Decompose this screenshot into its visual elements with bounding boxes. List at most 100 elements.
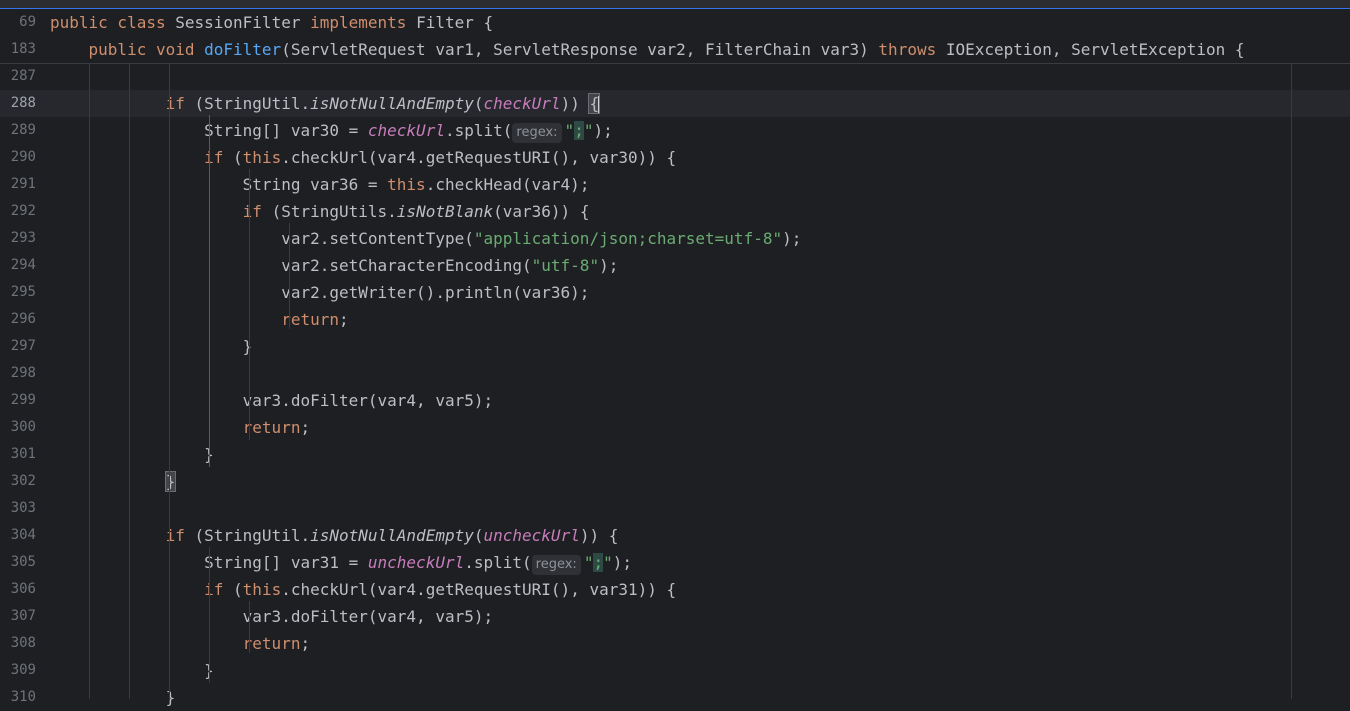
sticky-scope-line[interactable]: 69 public class SessionFilter implements …: [0, 9, 1350, 36]
line-number[interactable]: 299: [0, 387, 36, 414]
code-token: ": [603, 553, 613, 572]
line-number[interactable]: 69: [0, 9, 36, 36]
code-line[interactable]: 287: [0, 63, 1350, 90]
line-number[interactable]: 291: [0, 171, 36, 198]
line-number[interactable]: 309: [0, 657, 36, 684]
code-token: (: [473, 94, 484, 113]
code-token: )): [560, 94, 590, 113]
code-text[interactable]: var2.setCharacterEncoding("utf-8");: [50, 252, 618, 279]
code-line[interactable]: 309 }: [0, 657, 1350, 684]
code-token: );: [599, 256, 619, 275]
code-line[interactable]: 291 String var36 = this.checkHead(var4);: [0, 171, 1350, 198]
code-token: (: [233, 580, 243, 599]
code-line[interactable]: 304 if (StringUtil.isNotNullAndEmpty(unc…: [0, 522, 1350, 549]
line-number[interactable]: 288: [0, 90, 36, 117]
code-token: ;: [300, 634, 311, 653]
code-line[interactable]: 69 public class SessionFilter implements …: [0, 9, 1350, 36]
line-number[interactable]: 302: [0, 468, 36, 495]
indent-guide: [169, 63, 170, 699]
line-number[interactable]: 294: [0, 252, 36, 279]
line-number[interactable]: 289: [0, 117, 36, 144]
line-number[interactable]: 304: [0, 522, 36, 549]
code-token: this: [242, 148, 282, 167]
code-token: ;: [300, 418, 311, 437]
code-text[interactable]: return;: [50, 306, 348, 333]
line-number[interactable]: 300: [0, 414, 36, 441]
code-token: return: [50, 418, 301, 437]
code-token: (StringUtils.: [271, 202, 397, 221]
code-text[interactable]: var2.getWriter().println(var36);: [50, 279, 589, 306]
code-token: return: [50, 310, 339, 329]
sticky-scope-line[interactable]: 183 public void doFilter(ServletRequest …: [0, 36, 1350, 64]
code-text[interactable]: public class SessionFilter implements Fi…: [50, 9, 493, 36]
indent-guide: [209, 547, 210, 683]
code-line[interactable]: 297 }: [0, 333, 1350, 360]
code-text[interactable]: }: [50, 657, 214, 684]
line-number[interactable]: 293: [0, 225, 36, 252]
code-line[interactable]: 294 var2.setCharacterEncoding("utf-8");: [0, 252, 1350, 279]
code-line[interactable]: 308 return;: [0, 630, 1350, 657]
code-text[interactable]: if (this.checkUrl(var4.getRequestURI(), …: [50, 144, 676, 171]
code-text[interactable]: }: [50, 441, 214, 468]
code-text[interactable]: if (StringUtils.isNotBlank(var36)) {: [50, 198, 590, 225]
code-token: }: [164, 471, 177, 492]
line-number[interactable]: 298: [0, 360, 36, 387]
line-number[interactable]: 303: [0, 495, 36, 522]
code-text[interactable]: if (StringUtil.isNotNullAndEmpty(uncheck…: [50, 522, 619, 549]
code-line[interactable]: 306 if (this.checkUrl(var4.getRequestURI…: [0, 576, 1350, 603]
code-line[interactable]: 307 var3.doFilter(var4, var5);: [0, 603, 1350, 630]
code-line[interactable]: 289 String[] var30 = checkUrl.split(rege…: [0, 117, 1350, 144]
code-text[interactable]: String[] var31 = uncheckUrl.split(regex:…: [50, 549, 632, 576]
indent-guide: [289, 223, 290, 329]
line-number[interactable]: 308: [0, 630, 36, 657]
code-line[interactable]: 300 return;: [0, 414, 1350, 441]
line-number[interactable]: 290: [0, 144, 36, 171]
code-text[interactable]: var3.doFilter(var4, var5);: [50, 603, 493, 630]
code-line[interactable]: 303: [0, 495, 1350, 522]
code-text[interactable]: public void doFilter(ServletRequest var1…: [50, 36, 1245, 63]
code-token: }: [50, 445, 214, 464]
code-text[interactable]: }: [50, 333, 253, 360]
code-line[interactable]: 299 var3.doFilter(var4, var5);: [0, 387, 1350, 414]
code-line[interactable]: 183 public void doFilter(ServletRequest …: [0, 36, 1350, 63]
code-line[interactable]: 292 if (StringUtils.isNotBlank(var36)) {: [0, 198, 1350, 225]
code-text[interactable]: }: [50, 684, 176, 711]
code-text[interactable]: if (StringUtil.isNotNullAndEmpty(checkUr…: [50, 90, 601, 117]
code-line[interactable]: 301 }: [0, 441, 1350, 468]
code-token: ;: [593, 553, 604, 572]
code-line[interactable]: 288 if (StringUtil.isNotNullAndEmpty(che…: [0, 90, 1350, 117]
line-number[interactable]: 287: [0, 63, 36, 90]
code-line[interactable]: 295 var2.getWriter().println(var36);: [0, 279, 1350, 306]
code-token: (var36)) {: [493, 202, 590, 221]
line-number[interactable]: 297: [0, 333, 36, 360]
code-text[interactable]: var2.setContentType("application/json;ch…: [50, 225, 801, 252]
code-token: public void: [50, 40, 205, 59]
line-number[interactable]: 310: [0, 684, 36, 711]
code-token: .split(: [464, 553, 532, 572]
line-number[interactable]: 301: [0, 441, 36, 468]
code-token: var2.setCharacterEncoding(: [50, 256, 532, 275]
code-token: }: [50, 688, 176, 707]
code-text[interactable]: var3.doFilter(var4, var5);: [50, 387, 493, 414]
line-number[interactable]: 305: [0, 549, 36, 576]
code-text[interactable]: String var36 = this.checkHead(var4);: [50, 171, 590, 198]
code-line[interactable]: 302 }: [0, 468, 1350, 495]
line-number[interactable]: 183: [0, 36, 36, 63]
code-token: doFilter: [204, 40, 282, 59]
line-number[interactable]: 296: [0, 306, 36, 333]
code-line[interactable]: 298: [0, 360, 1350, 387]
code-line[interactable]: 296 return;: [0, 306, 1350, 333]
code-token: checkUrl: [367, 121, 445, 140]
line-number[interactable]: 295: [0, 279, 36, 306]
code-text[interactable]: String[] var30 = checkUrl.split(regex: ";…: [50, 117, 613, 144]
code-token: if: [50, 148, 234, 167]
line-number[interactable]: 292: [0, 198, 36, 225]
code-text[interactable]: if (this.checkUrl(var4.getRequestURI(), …: [50, 576, 676, 603]
line-number[interactable]: 306: [0, 576, 36, 603]
code-line[interactable]: 310 }: [0, 684, 1350, 711]
code-line[interactable]: 293 var2.setContentType("application/jso…: [0, 225, 1350, 252]
code-line[interactable]: 290 if (this.checkUrl(var4.getRequestURI…: [0, 144, 1350, 171]
code-line[interactable]: 305 String[] var31 = uncheckUrl.split(re…: [0, 549, 1350, 576]
line-number[interactable]: 307: [0, 603, 36, 630]
code-text[interactable]: }: [50, 468, 177, 495]
